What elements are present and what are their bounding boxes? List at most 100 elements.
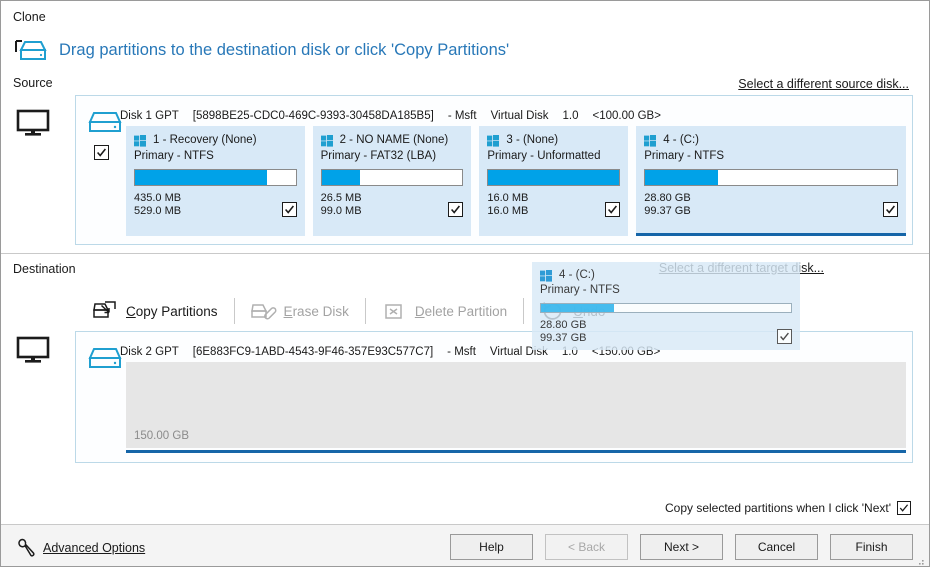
partition-checkbox[interactable] (605, 202, 621, 217)
toolbar-label: Delete Partition (414, 303, 508, 319)
destination-selection-bar (126, 450, 906, 453)
undo-icon (540, 300, 566, 322)
destination-disk-title: Disk 2 GPT [6E883FC9-1ABD-4543-9F46-357E9… (120, 346, 674, 358)
resize-grip[interactable] (915, 553, 925, 565)
partition-title: 1 - Recovery (None) (153, 134, 257, 146)
disk-icon-destination (88, 344, 124, 372)
footer-buttons: Help < Back Next > Cancel Finish (450, 534, 913, 560)
destination-disk-vendor: - Msft (447, 346, 476, 358)
source-disk-panel: Disk 1 GPT [5898BE25-CDC0-469C-9393-30458… (75, 95, 913, 245)
partition-type: Primary - FAT32 (LBA) (320, 150, 437, 162)
monitor-icon-source (15, 108, 51, 143)
free-space-label: 150.00 GB (134, 430, 189, 442)
footer-bar: Advanced Options Help < Back Next > Cancel F… (1, 524, 929, 566)
page-title: Clone (13, 10, 46, 24)
toolbar-erase-disk-button: Erase Disk (239, 293, 361, 329)
select-target-disk-link[interactable]: Select a different target disk... (659, 261, 824, 275)
partition-total: 529.0 MB (134, 204, 182, 217)
destination-disk-name: Disk 2 GPT (120, 346, 179, 358)
select-source-disk-link[interactable]: Select a different source disk... (738, 77, 909, 91)
windows-logo-icon (320, 134, 333, 147)
advanced-options[interactable]: Advanced Options (15, 537, 145, 559)
disk-icon (13, 35, 49, 65)
source-partition-2[interactable]: 2 - NO NAME (None) Primary - FAT32 (LBA) 2… (312, 126, 472, 236)
source-disk-guid: [5898BE25-CDC0-469C-9393-30458DA185B5] (192, 110, 434, 122)
source-disk-capacity: <100.00 GB> (592, 110, 661, 122)
toolbar-separator (233, 298, 235, 324)
source-disk-title: Disk 1 GPT [5898BE25-CDC0-469C-9393-30458… (120, 110, 675, 122)
erase-disk-icon (250, 300, 277, 322)
source-disk-model: Virtual Disk (490, 110, 549, 122)
source-disk-revision: 1.0 (562, 110, 579, 122)
destination-disk-model: Virtual Disk (489, 346, 548, 358)
destination-disk-guid: [6E883FC9-1ABD-4543-9F46-357E93C577C7] (192, 346, 434, 358)
partition-used: 435.0 MB (134, 192, 182, 204)
partition-type: Primary - NTFS (134, 150, 214, 162)
button-cancel[interactable]: Cancel (735, 534, 818, 560)
clone-wizard-window: Clone Drag partitions to the destination… (0, 0, 930, 567)
toolbar-undo-button[interactable]: Undo (528, 293, 617, 329)
button-help[interactable]: Help (450, 534, 533, 560)
partition-used: 16.0 MB (487, 192, 529, 204)
partition-title: 4 - (C:) (663, 134, 699, 146)
partition-total: 99.37 GB (644, 204, 691, 217)
partition-total: 16.0 MB (487, 204, 529, 217)
partition-type: Primary - Unformatted (487, 150, 601, 162)
windows-logo-icon (487, 134, 500, 147)
source-partition-strip: 1 - Recovery (None) Primary - NTFS 435.0 M… (126, 126, 906, 236)
destination-disk-capacity: <150.00 GB> (591, 346, 661, 358)
button-next[interactable]: Next > (640, 534, 723, 560)
partition-total: 99.0 MB (320, 204, 362, 217)
partition-usage-bar (320, 169, 464, 186)
destination-disk-revision: 1.0 (561, 346, 578, 358)
copy-on-next-option[interactable]: Copy selected partitions when I click 'N… (665, 501, 911, 515)
copy-partitions-icon (93, 300, 119, 322)
destination-free-space[interactable]: 150.00 GB (126, 362, 906, 448)
source-section-label: Source (13, 76, 53, 90)
drag-ghost-title: 4 - (C:) (559, 269, 595, 281)
partition-checkbox[interactable] (883, 202, 898, 217)
source-disk-checkbox[interactable] (94, 145, 109, 160)
source-banner: Drag partitions to the destination disk … (13, 35, 509, 65)
partition-used: 26.5 MB (320, 192, 362, 204)
button-finish[interactable]: Finish (830, 534, 913, 560)
partition-checkbox[interactable] (448, 202, 464, 217)
partition-type: Primary - NTFS (644, 150, 725, 162)
disk-icon-source (88, 108, 124, 136)
partition-usage-bar (487, 169, 621, 186)
source-partition-1[interactable]: 1 - Recovery (None) Primary - NTFS 435.0 M… (126, 126, 305, 236)
advanced-options-label[interactable]: Advanced Options (43, 541, 145, 555)
toolbar-delete-partition-button: Delete Partition (370, 293, 519, 329)
toolbar-label: Erase Disk (283, 303, 349, 319)
partition-used: 28.80 GB (644, 192, 691, 204)
destination-toolbar: Copy Partitions Erase Disk Delete Partitio… (81, 293, 617, 329)
destination-section-label: Destination (13, 262, 76, 276)
partition-sizes: 26.5 MB 99.0 MB (321, 192, 362, 217)
toolbar-separator (523, 298, 525, 324)
partition-usage-bar (134, 169, 297, 186)
partition-sizes: 16.0 MB 16.0 MB (487, 192, 528, 217)
partition-title: 3 - (None) (506, 134, 559, 146)
copy-on-next-label: Copy selected partitions when I click 'N… (664, 501, 891, 515)
source-disk-vendor: - Msft (447, 110, 477, 122)
wrench-icon (15, 537, 37, 559)
windows-logo-icon (540, 269, 552, 282)
delete-partition-icon (382, 300, 408, 322)
source-partition-4[interactable]: 4 - (C:) Primary - NTFS 28.80 GB 99.37 GB (636, 126, 906, 236)
partition-checkbox[interactable] (281, 202, 297, 217)
partition-sizes: 435.0 MB 529.0 MB (134, 192, 181, 217)
monitor-icon-destination (15, 335, 51, 370)
source-partition-3[interactable]: 3 - (None) Primary - Unformatted 16.0 MB 16… (479, 126, 629, 236)
copy-on-next-checkbox[interactable] (897, 501, 911, 515)
section-divider (1, 253, 929, 254)
toolbar-copy-partitions-button[interactable]: Copy Partitions (81, 293, 230, 329)
partition-sizes: 28.80 GB 99.37 GB (644, 192, 690, 217)
source-disk-name: Disk 1 GPT (120, 110, 179, 122)
windows-logo-icon (644, 134, 657, 147)
banner-text: Drag partitions to the destination disk … (59, 40, 510, 59)
toolbar-label: Undo (573, 303, 606, 319)
toolbar-separator (364, 298, 366, 324)
windows-logo-icon (134, 134, 146, 147)
partition-usage-bar (644, 169, 898, 186)
destination-disk-panel: Disk 2 GPT [6E883FC9-1ABD-4543-9F46-357E9… (75, 331, 913, 463)
